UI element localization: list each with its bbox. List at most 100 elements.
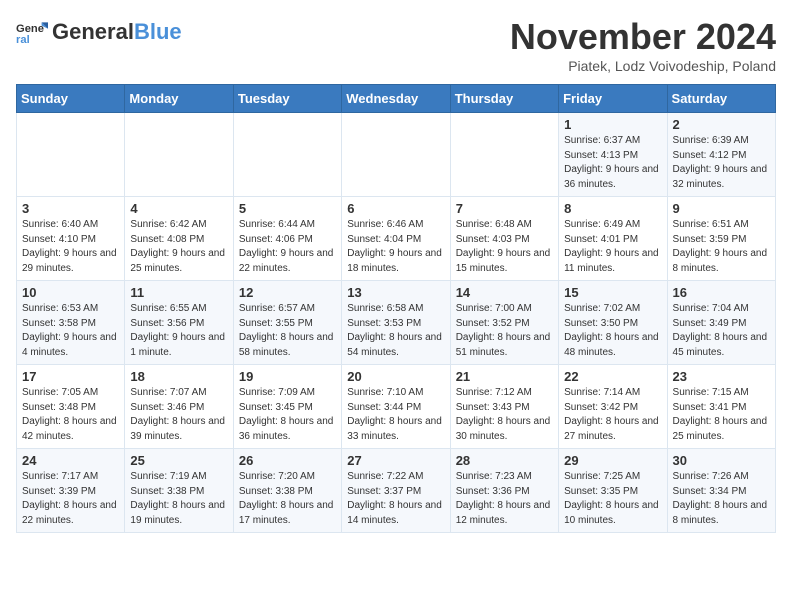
day-detail: Sunrise: 7:10 AM Sunset: 3:44 PM Dayligh… <box>347 386 444 444</box>
calendar-cell: 7Sunrise: 6:48 AM Sunset: 4:03 PM Daylig… <box>450 197 558 281</box>
calendar-cell: 8 Sunrise: 6:49 AM Sunset: 4:01 PM Daylig… <box>559 197 667 281</box>
day-detail: Sunrise: 7:00 AM Sunset: 3:52 PM Dayligh… <box>456 302 553 360</box>
day-number: 3 <box>22 201 119 216</box>
header-row: SundayMondayTuesdayWednesdayThursdayFrid… <box>17 85 776 113</box>
day-number: 15 <box>564 285 661 300</box>
day-number: 9 <box>673 201 770 216</box>
day-number: 4 <box>130 201 227 216</box>
day-number: 10 <box>22 285 119 300</box>
calendar-cell: 24Sunrise: 7:17 AM Sunset: 3:39 PM Dayli… <box>17 449 125 533</box>
day-number: 30 <box>673 453 770 468</box>
day-number: 26 <box>239 453 336 468</box>
calendar-cell: 22 Sunrise: 7:14 AM Sunset: 3:42 PM Dayli… <box>559 365 667 449</box>
header-day-sunday: Sunday <box>17 85 125 113</box>
day-detail: Sunrise: 7:22 AM Sunset: 3:37 PM Dayligh… <box>347 470 444 528</box>
calendar-cell: 17Sunrise: 7:05 AM Sunset: 3:48 PM Dayli… <box>17 365 125 449</box>
day-number: 25 <box>130 453 227 468</box>
svg-text:ral: ral <box>16 34 30 46</box>
day-number: 24 <box>22 453 119 468</box>
logo-blue-text: Blue <box>134 19 182 44</box>
day-number: 21 <box>456 369 553 384</box>
calendar-cell: 4 Sunrise: 6:42 AM Sunset: 4:08 PM Daylig… <box>125 197 233 281</box>
calendar-cell <box>342 113 450 197</box>
calendar-week-row: 24Sunrise: 7:17 AM Sunset: 3:39 PM Dayli… <box>17 449 776 533</box>
day-detail: Sunrise: 7:25 AM Sunset: 3:35 PM Dayligh… <box>564 470 661 528</box>
location-subtitle: Piatek, Lodz Voivodeship, Poland <box>510 58 776 74</box>
calendar-cell: 15Sunrise: 7:02 AM Sunset: 3:50 PM Dayli… <box>559 281 667 365</box>
day-detail: Sunrise: 6:46 AM Sunset: 4:04 PM Dayligh… <box>347 218 444 276</box>
day-detail: Sunrise: 7:12 AM Sunset: 3:43 PM Dayligh… <box>456 386 553 444</box>
calendar-body: 1Sunrise: 6:37 AM Sunset: 4:13 PM Daylig… <box>17 113 776 533</box>
day-detail: Sunrise: 6:39 AM Sunset: 4:12 PM Dayligh… <box>673 134 770 192</box>
day-number: 22 <box>564 369 661 384</box>
day-detail: Sunrise: 7:07 AM Sunset: 3:46 PM Dayligh… <box>130 386 227 444</box>
day-detail: Sunrise: 7:26 AM Sunset: 3:34 PM Dayligh… <box>673 470 770 528</box>
calendar-table: SundayMondayTuesdayWednesdayThursdayFrid… <box>16 84 776 533</box>
day-number: 19 <box>239 369 336 384</box>
calendar-cell: 2 Sunrise: 6:39 AM Sunset: 4:12 PM Daylig… <box>667 113 775 197</box>
day-number: 12 <box>239 285 336 300</box>
day-detail: Sunrise: 7:04 AM Sunset: 3:49 PM Dayligh… <box>673 302 770 360</box>
calendar-cell <box>17 113 125 197</box>
calendar-cell: 12 Sunrise: 6:57 AM Sunset: 3:55 PM Dayli… <box>233 281 341 365</box>
calendar-cell: 28Sunrise: 7:23 AM Sunset: 3:36 PM Dayli… <box>450 449 558 533</box>
day-number: 28 <box>456 453 553 468</box>
day-detail: Sunrise: 6:37 AM Sunset: 4:13 PM Dayligh… <box>564 134 661 192</box>
calendar-cell <box>233 113 341 197</box>
day-number: 13 <box>347 285 444 300</box>
calendar-week-row: 10Sunrise: 6:53 AM Sunset: 3:58 PM Dayli… <box>17 281 776 365</box>
calendar-cell: 25 Sunrise: 7:19 AM Sunset: 3:38 PM Dayli… <box>125 449 233 533</box>
day-number: 2 <box>673 117 770 132</box>
logo-icon: Gene ral <box>16 16 48 48</box>
calendar-header: SundayMondayTuesdayWednesdayThursdayFrid… <box>17 85 776 113</box>
calendar-week-row: 1Sunrise: 6:37 AM Sunset: 4:13 PM Daylig… <box>17 113 776 197</box>
calendar-cell: 13 Sunrise: 6:58 AM Sunset: 3:53 PM Dayli… <box>342 281 450 365</box>
header-day-tuesday: Tuesday <box>233 85 341 113</box>
day-detail: Sunrise: 6:58 AM Sunset: 3:53 PM Dayligh… <box>347 302 444 360</box>
day-number: 6 <box>347 201 444 216</box>
day-detail: Sunrise: 7:09 AM Sunset: 3:45 PM Dayligh… <box>239 386 336 444</box>
day-detail: Sunrise: 6:55 AM Sunset: 3:56 PM Dayligh… <box>130 302 227 360</box>
header-day-saturday: Saturday <box>667 85 775 113</box>
day-number: 17 <box>22 369 119 384</box>
calendar-cell <box>450 113 558 197</box>
calendar-cell: 1Sunrise: 6:37 AM Sunset: 4:13 PM Daylig… <box>559 113 667 197</box>
calendar-cell: 11 Sunrise: 6:55 AM Sunset: 3:56 PM Dayli… <box>125 281 233 365</box>
day-number: 20 <box>347 369 444 384</box>
day-detail: Sunrise: 6:57 AM Sunset: 3:55 PM Dayligh… <box>239 302 336 360</box>
day-number: 14 <box>456 285 553 300</box>
calendar-cell: 30 Sunrise: 7:26 AM Sunset: 3:34 PM Dayli… <box>667 449 775 533</box>
logo-general-text: General <box>52 19 134 44</box>
calendar-cell: 6 Sunrise: 6:46 AM Sunset: 4:04 PM Daylig… <box>342 197 450 281</box>
page-header: Gene ral GeneralBlue November 2024 Piate… <box>16 16 776 74</box>
month-title: November 2024 <box>510 16 776 58</box>
day-number: 5 <box>239 201 336 216</box>
svg-text:Gene: Gene <box>16 23 44 35</box>
header-day-wednesday: Wednesday <box>342 85 450 113</box>
calendar-cell: 27Sunrise: 7:22 AM Sunset: 3:37 PM Dayli… <box>342 449 450 533</box>
day-detail: Sunrise: 6:48 AM Sunset: 4:03 PM Dayligh… <box>456 218 553 276</box>
day-number: 16 <box>673 285 770 300</box>
calendar-cell: 20 Sunrise: 7:10 AM Sunset: 3:44 PM Dayli… <box>342 365 450 449</box>
day-number: 8 <box>564 201 661 216</box>
header-day-monday: Monday <box>125 85 233 113</box>
calendar-cell: 21 Sunrise: 7:12 AM Sunset: 3:43 PM Dayli… <box>450 365 558 449</box>
day-number: 23 <box>673 369 770 384</box>
logo: Gene ral GeneralBlue <box>16 16 182 48</box>
calendar-week-row: 17Sunrise: 7:05 AM Sunset: 3:48 PM Dayli… <box>17 365 776 449</box>
day-number: 11 <box>130 285 227 300</box>
day-detail: Sunrise: 7:14 AM Sunset: 3:42 PM Dayligh… <box>564 386 661 444</box>
day-detail: Sunrise: 6:44 AM Sunset: 4:06 PM Dayligh… <box>239 218 336 276</box>
day-detail: Sunrise: 7:19 AM Sunset: 3:38 PM Dayligh… <box>130 470 227 528</box>
day-number: 18 <box>130 369 227 384</box>
calendar-cell: 18 Sunrise: 7:07 AM Sunset: 3:46 PM Dayli… <box>125 365 233 449</box>
header-day-thursday: Thursday <box>450 85 558 113</box>
calendar-cell: 23Sunrise: 7:15 AM Sunset: 3:41 PM Dayli… <box>667 365 775 449</box>
calendar-cell: 10Sunrise: 6:53 AM Sunset: 3:58 PM Dayli… <box>17 281 125 365</box>
day-detail: Sunrise: 6:49 AM Sunset: 4:01 PM Dayligh… <box>564 218 661 276</box>
day-detail: Sunrise: 6:42 AM Sunset: 4:08 PM Dayligh… <box>130 218 227 276</box>
calendar-cell <box>125 113 233 197</box>
calendar-cell: 29Sunrise: 7:25 AM Sunset: 3:35 PM Dayli… <box>559 449 667 533</box>
calendar-cell: 5 Sunrise: 6:44 AM Sunset: 4:06 PM Daylig… <box>233 197 341 281</box>
title-block: November 2024 Piatek, Lodz Voivodeship, … <box>510 16 776 74</box>
